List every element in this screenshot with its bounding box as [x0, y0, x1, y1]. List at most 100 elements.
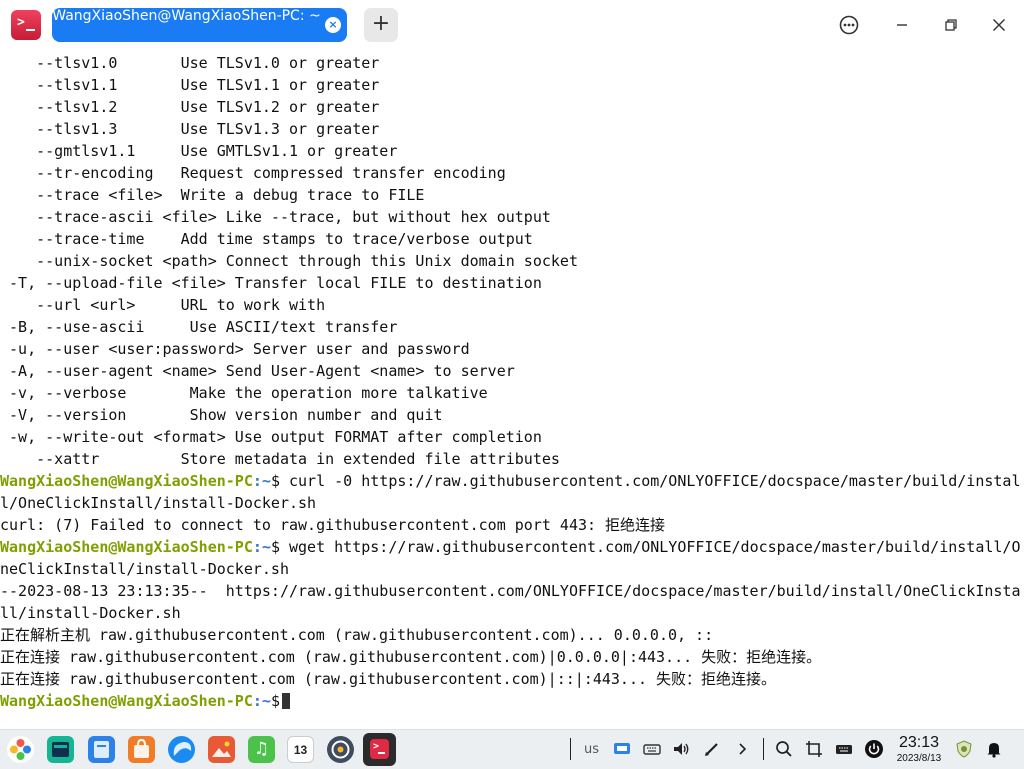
line-text: 正在连接 raw.githubusercontent.com (raw.gith… [0, 670, 777, 688]
maximize-icon[interactable] [936, 10, 966, 40]
output-line: l/OneClickInstall/install-Docker.sh [0, 492, 1021, 514]
output-line: --tlsv1.1 Use TLSv1.1 or greater [0, 74, 1021, 96]
multitask-view-icon[interactable] [47, 736, 74, 763]
prompt-path: :~ [252, 472, 271, 490]
output-line: --tr-encoding Request compressed transfe… [0, 162, 1021, 184]
line-text: --tlsv1.1 Use TLSv1.1 or greater [0, 76, 380, 94]
output-line: -A, --user-agent <name> Send User-Agent … [0, 360, 1021, 382]
line-text: --url <url> URL to work with [0, 296, 326, 314]
line-text: -B, --use-ascii Use ASCII/text transfer [0, 318, 398, 336]
launcher-icon[interactable] [7, 736, 34, 763]
output-line: neClickInstall/install-Docker.sh [0, 558, 1021, 580]
onscreen-keyboard-icon[interactable] [834, 739, 854, 759]
close-icon[interactable] [984, 10, 1014, 40]
tab-close-button[interactable]: × [325, 17, 341, 33]
line-text: --tlsv1.0 Use TLSv1.0 or greater [0, 54, 380, 72]
output-line: --tlsv1.3 Use TLSv1.3 or greater [0, 118, 1021, 140]
app-store-icon[interactable] [128, 736, 155, 763]
line-text: --tr-encoding Request compressed transfe… [0, 164, 506, 182]
volume-icon[interactable] [671, 739, 691, 759]
file-manager-icon[interactable] [88, 736, 115, 763]
line-text: --2023-08-13 23:13:35-- https://raw.gith… [0, 582, 1021, 600]
terminal-icon[interactable]: > [363, 733, 396, 766]
keyboard-layout-indicator[interactable]: us [584, 742, 599, 757]
chevron-right-icon[interactable] [733, 739, 753, 759]
output-line: --xattr Store metadata in extended file … [0, 448, 1021, 470]
line-text: $ wget https://raw.githubusercontent.com… [270, 538, 1021, 556]
notification-bell-icon[interactable] [984, 739, 1004, 759]
output-line: -T, --upload-file <file> Transfer local … [0, 272, 1021, 294]
line-text: --trace-time Add time stamps to trace/ve… [0, 230, 533, 248]
search-icon[interactable] [774, 739, 794, 759]
screenshot-icon[interactable] [804, 739, 824, 759]
output-line: --tlsv1.2 Use TLSv1.2 or greater [0, 96, 1021, 118]
security-center-icon[interactable] [954, 739, 974, 759]
calendar-icon[interactable]: 13 [287, 736, 314, 763]
output-line: --trace-ascii <file> Like --trace, but w… [0, 206, 1021, 228]
music-icon[interactable]: ♫ [248, 736, 275, 763]
output-line: --gmtlsv1.1 Use GMTLSv1.1 or greater [0, 140, 1021, 162]
line-text: neClickInstall/install-Docker.sh [0, 560, 289, 578]
line-text: -v, --verbose Make the operation more ta… [0, 384, 488, 402]
menu-icon[interactable] [834, 10, 864, 40]
terminal-tab[interactable]: WangXiaoShen@WangXiaoShen-PC: ~ × [52, 8, 347, 42]
terminal-lines: --tlsv1.0 Use TLSv1.0 or greater --tlsv1… [0, 52, 1021, 712]
output-line: -V, --version Show version number and qu… [0, 404, 1021, 426]
line-text: -T, --upload-file <file> Transfer local … [0, 274, 542, 292]
output-line: --trace-time Add time stamps to trace/ve… [0, 228, 1021, 250]
power-icon[interactable] [864, 739, 884, 759]
line-text: --tlsv1.3 Use TLSv1.3 or greater [0, 120, 380, 138]
line-text: --trace-ascii <file> Like --trace, but w… [0, 208, 551, 226]
screen-share-icon[interactable] [612, 739, 632, 759]
title-bar: > WangXiaoShen@WangXiaoShen-PC: ~ × + [0, 0, 1024, 50]
output-line: ll/install-Docker.sh [0, 602, 1021, 624]
output-line: --unix-socket <path> Connect through thi… [0, 250, 1021, 272]
output-line: --tlsv1.0 Use TLSv1.0 or greater [0, 52, 1021, 74]
pen-icon[interactable] [702, 739, 722, 759]
clock-date[interactable]: 2023/8/13 [891, 753, 947, 764]
prompt-path: :~ [252, 538, 271, 556]
output-line: 正在解析主机 raw.githubusercontent.com (raw.gi… [0, 624, 1021, 646]
prompt-line: WangXiaoShen@WangXiaoShen-PC:~$ [0, 690, 1021, 712]
output-line: curl: (7) Failed to connect to raw.githu… [0, 514, 1021, 536]
line-text: 正在解析主机 raw.githubusercontent.com (raw.gi… [0, 626, 714, 644]
line-text: --trace <file> Write a debug trace to FI… [0, 186, 425, 204]
output-line: -w, --write-out <format> Use output FORM… [0, 426, 1021, 448]
prompt-path: :~ [252, 692, 271, 710]
calendar-day: 13 [293, 743, 308, 757]
prompt-line: WangXiaoShen@WangXiaoShen-PC:~$ curl -0 … [0, 470, 1021, 492]
line-text: curl: (7) Failed to connect to raw.githu… [0, 516, 666, 534]
line-text: ll/install-Docker.sh [0, 604, 181, 622]
clock-time[interactable]: 23:13 [895, 734, 943, 752]
output-line: -v, --verbose Make the operation more ta… [0, 382, 1021, 404]
terminal-cursor [281, 693, 290, 709]
new-tab-button[interactable]: + [364, 8, 398, 42]
line-text: l/OneClickInstall/install-Docker.sh [0, 494, 317, 512]
line-text: -V, --version Show version number and qu… [0, 406, 443, 424]
line-text: -u, --user <user:password> Server user a… [0, 340, 470, 358]
dock-separator [763, 738, 764, 760]
prompt-user: WangXiaoShen@WangXiaoShen-PC [0, 538, 253, 556]
line-text: $ curl -0 https://raw.githubusercontent.… [270, 472, 1021, 490]
output-line: -B, --use-ascii Use ASCII/text transfer [0, 316, 1021, 338]
output-line: --2023-08-13 23:13:35-- https://raw.gith… [0, 580, 1021, 602]
line-text: -A, --user-agent <name> Send User-Agent … [0, 362, 515, 380]
tab-title: WangXiaoShen@WangXiaoShen-PC: ~ [52, 8, 321, 24]
terminal-output[interactable]: --tlsv1.0 Use TLSv1.0 or greater --tlsv1… [0, 50, 1024, 729]
terminal-app-icon[interactable]: > [11, 10, 41, 40]
line-text: --xattr Store metadata in extended file … [0, 450, 560, 468]
line-text: --unix-socket <path> Connect through thi… [0, 252, 578, 270]
browser-icon[interactable] [168, 736, 195, 763]
line-text: 正在连接 raw.githubusercontent.com (raw.gith… [0, 648, 822, 666]
settings-icon[interactable] [327, 736, 354, 763]
image-viewer-icon[interactable] [208, 736, 235, 763]
prompt-line: WangXiaoShen@WangXiaoShen-PC:~$ wget htt… [0, 536, 1021, 558]
keyboard-icon[interactable] [642, 739, 662, 759]
dock-separator [570, 738, 571, 760]
output-line: -u, --user <user:password> Server user a… [0, 338, 1021, 360]
output-line: --trace <file> Write a debug trace to FI… [0, 184, 1021, 206]
line-text: $ [270, 692, 280, 710]
dock: ♫ 13 > us 23:13 2023/8/13 [0, 729, 1024, 769]
line-text: --gmtlsv1.1 Use GMTLSv1.1 or greater [0, 142, 398, 160]
minimize-icon[interactable] [887, 10, 917, 40]
